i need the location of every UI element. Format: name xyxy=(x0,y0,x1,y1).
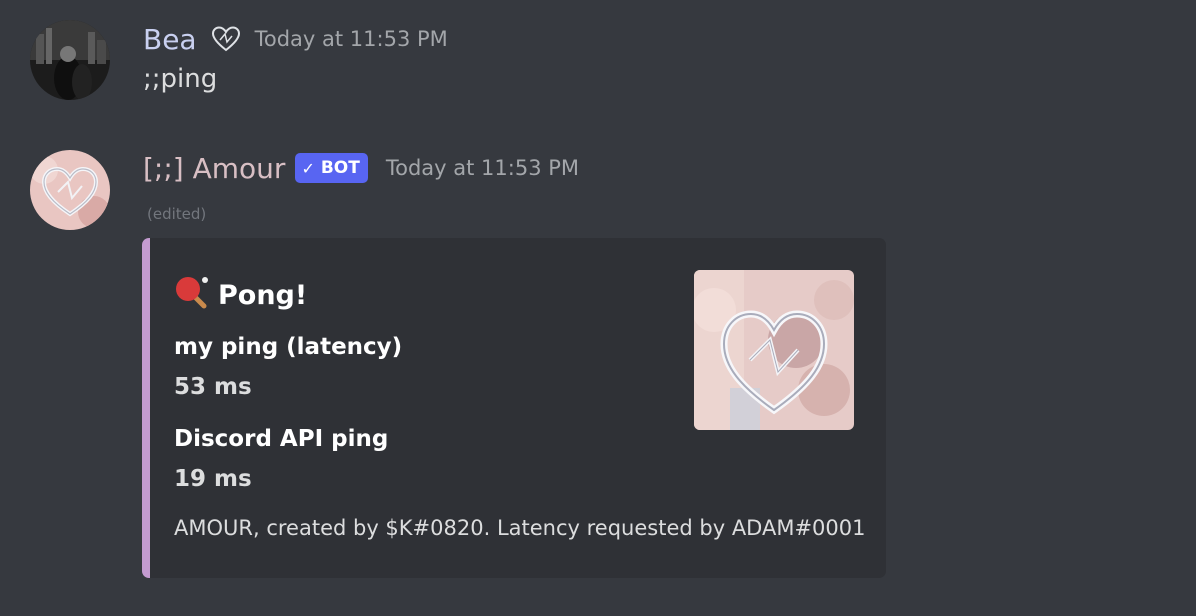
bot-tag: ✓ BOT xyxy=(295,153,368,183)
embed-thumbnail[interactable] xyxy=(694,270,854,430)
field-name: my ping (latency) xyxy=(174,334,403,360)
embed-footer: AMOUR, created by $K#0820. Latency reque… xyxy=(174,516,866,540)
username-amour[interactable]: [;;] Amour xyxy=(143,152,285,185)
field-name: Discord API ping xyxy=(174,426,389,452)
ping-pong-paddle-icon xyxy=(174,274,210,317)
checkmark-icon: ✓ xyxy=(301,158,315,178)
avatar-bea[interactable] xyxy=(30,20,110,100)
heart-badge-icon xyxy=(211,25,241,53)
field-value: 53 ms xyxy=(174,374,252,400)
avatar-amour[interactable] xyxy=(30,150,110,230)
heart-logo-icon xyxy=(694,270,854,430)
embed: Pong! my ping (latency) 53 ms Discord AP… xyxy=(142,238,886,578)
field-value: 19 ms xyxy=(174,466,252,492)
username-bea[interactable]: Bea xyxy=(143,23,197,56)
edited-label: (edited) xyxy=(147,205,207,223)
embed-title-text: Pong! xyxy=(218,280,308,311)
message-content: ;;ping xyxy=(143,64,218,94)
timestamp: Today at 11:53 PM xyxy=(254,27,448,51)
chat-messages: Bea Today at 11:53 PM ;;ping [;;] Amour … xyxy=(0,0,1196,616)
timestamp: Today at 11:53 PM xyxy=(385,156,580,180)
bot-tag-label: BOT xyxy=(320,158,360,178)
embed-title: Pong! xyxy=(174,274,307,317)
embed-accent-bar xyxy=(142,238,150,578)
